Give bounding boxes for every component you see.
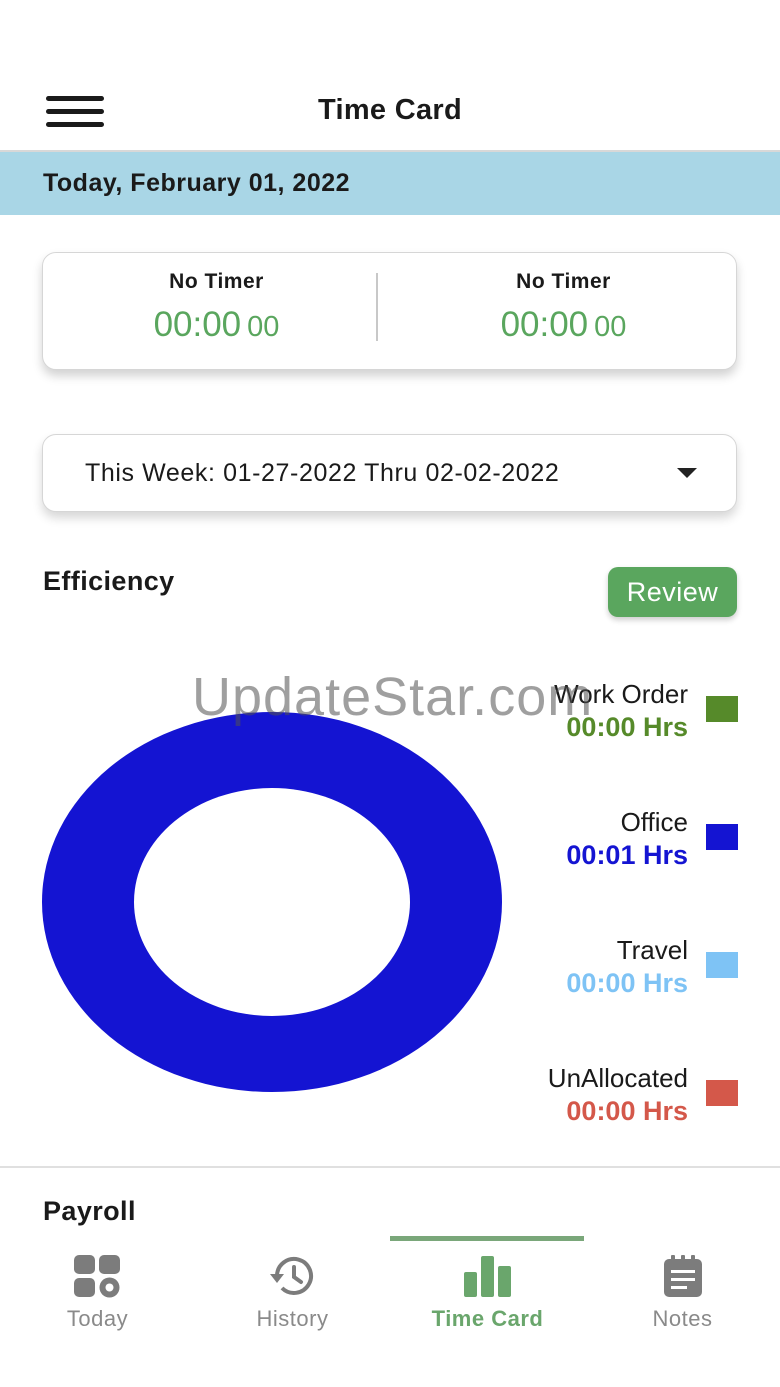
timer-time: 00:00 bbox=[153, 305, 242, 344]
section-divider bbox=[0, 1166, 780, 1168]
grid-apps-icon bbox=[73, 1255, 120, 1298]
tab-label: Notes bbox=[652, 1306, 713, 1331]
legend-swatch-work-order bbox=[706, 696, 738, 722]
legend-label: Travel bbox=[616, 935, 688, 965]
tab-label: Today bbox=[66, 1306, 129, 1331]
legend-item-travel: Travel 00:00 Hrs bbox=[566, 935, 688, 999]
timer-time: 00:00 bbox=[500, 305, 589, 344]
timer-label: No Timer bbox=[169, 270, 264, 293]
tab-history[interactable]: History bbox=[195, 1236, 390, 1387]
timer-label: No Timer bbox=[516, 270, 611, 293]
timer-seconds: 00 bbox=[594, 311, 627, 343]
week-range-value: This Week: 01-27-2022 Thru 02-02-2022 bbox=[85, 459, 560, 487]
legend-swatch-unallocated bbox=[706, 1080, 738, 1106]
page-title: Time Card bbox=[318, 94, 462, 126]
legend-value: 00:01 Hrs bbox=[566, 840, 688, 870]
week-range-dropdown[interactable]: This Week: 01-27-2022 Thru 02-02-2022 bbox=[42, 434, 737, 512]
legend-item-office: Office 00:01 Hrs bbox=[566, 807, 688, 871]
tab-today[interactable]: Today bbox=[0, 1236, 195, 1387]
legend-item-unallocated: UnAllocated 00:00 Hrs bbox=[548, 1063, 688, 1127]
timer-card: No Timer 00:00 00 No Timer 00:00 00 bbox=[42, 252, 737, 370]
efficiency-donut-chart bbox=[42, 712, 502, 1092]
timer-value: 00:00 00 bbox=[43, 305, 390, 345]
legend-item-work-order: Work Order 00:00 Hrs bbox=[554, 679, 688, 743]
caret-down-icon bbox=[677, 468, 697, 478]
review-button[interactable]: Review bbox=[608, 567, 737, 617]
today-date: Today, February 01, 2022 bbox=[43, 169, 351, 197]
legend-label: Work Order bbox=[554, 679, 688, 709]
bar-chart-icon bbox=[463, 1256, 511, 1297]
tab-label: Time Card bbox=[431, 1306, 544, 1331]
bottom-tab-bar: Today History Time Card Notes bbox=[0, 1236, 780, 1387]
donut-hole bbox=[134, 788, 410, 1016]
legend-value: 00:00 Hrs bbox=[566, 968, 688, 998]
timer-divider bbox=[376, 273, 378, 341]
tab-time-card[interactable]: Time Card bbox=[390, 1236, 585, 1387]
timer-right[interactable]: No Timer 00:00 00 bbox=[390, 253, 737, 371]
date-bar: Today, February 01, 2022 bbox=[0, 152, 780, 215]
history-clock-icon bbox=[269, 1256, 313, 1295]
tab-label: History bbox=[256, 1306, 329, 1331]
legend-label: UnAllocated bbox=[547, 1063, 688, 1093]
legend-value: 00:00 Hrs bbox=[566, 712, 688, 742]
efficiency-title: Efficiency bbox=[43, 566, 175, 596]
legend-label: Office bbox=[620, 807, 688, 837]
legend-swatch-office bbox=[706, 824, 738, 850]
payroll-title: Payroll bbox=[43, 1196, 136, 1226]
legend-swatch-travel bbox=[706, 952, 738, 978]
timer-value: 00:00 00 bbox=[390, 305, 737, 345]
app-header: Time Card bbox=[0, 0, 780, 152]
legend-value: 00:00 Hrs bbox=[566, 1096, 688, 1126]
timer-left[interactable]: No Timer 00:00 00 bbox=[43, 253, 390, 371]
notepad-icon bbox=[663, 1255, 702, 1297]
tab-notes[interactable]: Notes bbox=[585, 1236, 780, 1387]
timer-seconds: 00 bbox=[247, 311, 280, 343]
